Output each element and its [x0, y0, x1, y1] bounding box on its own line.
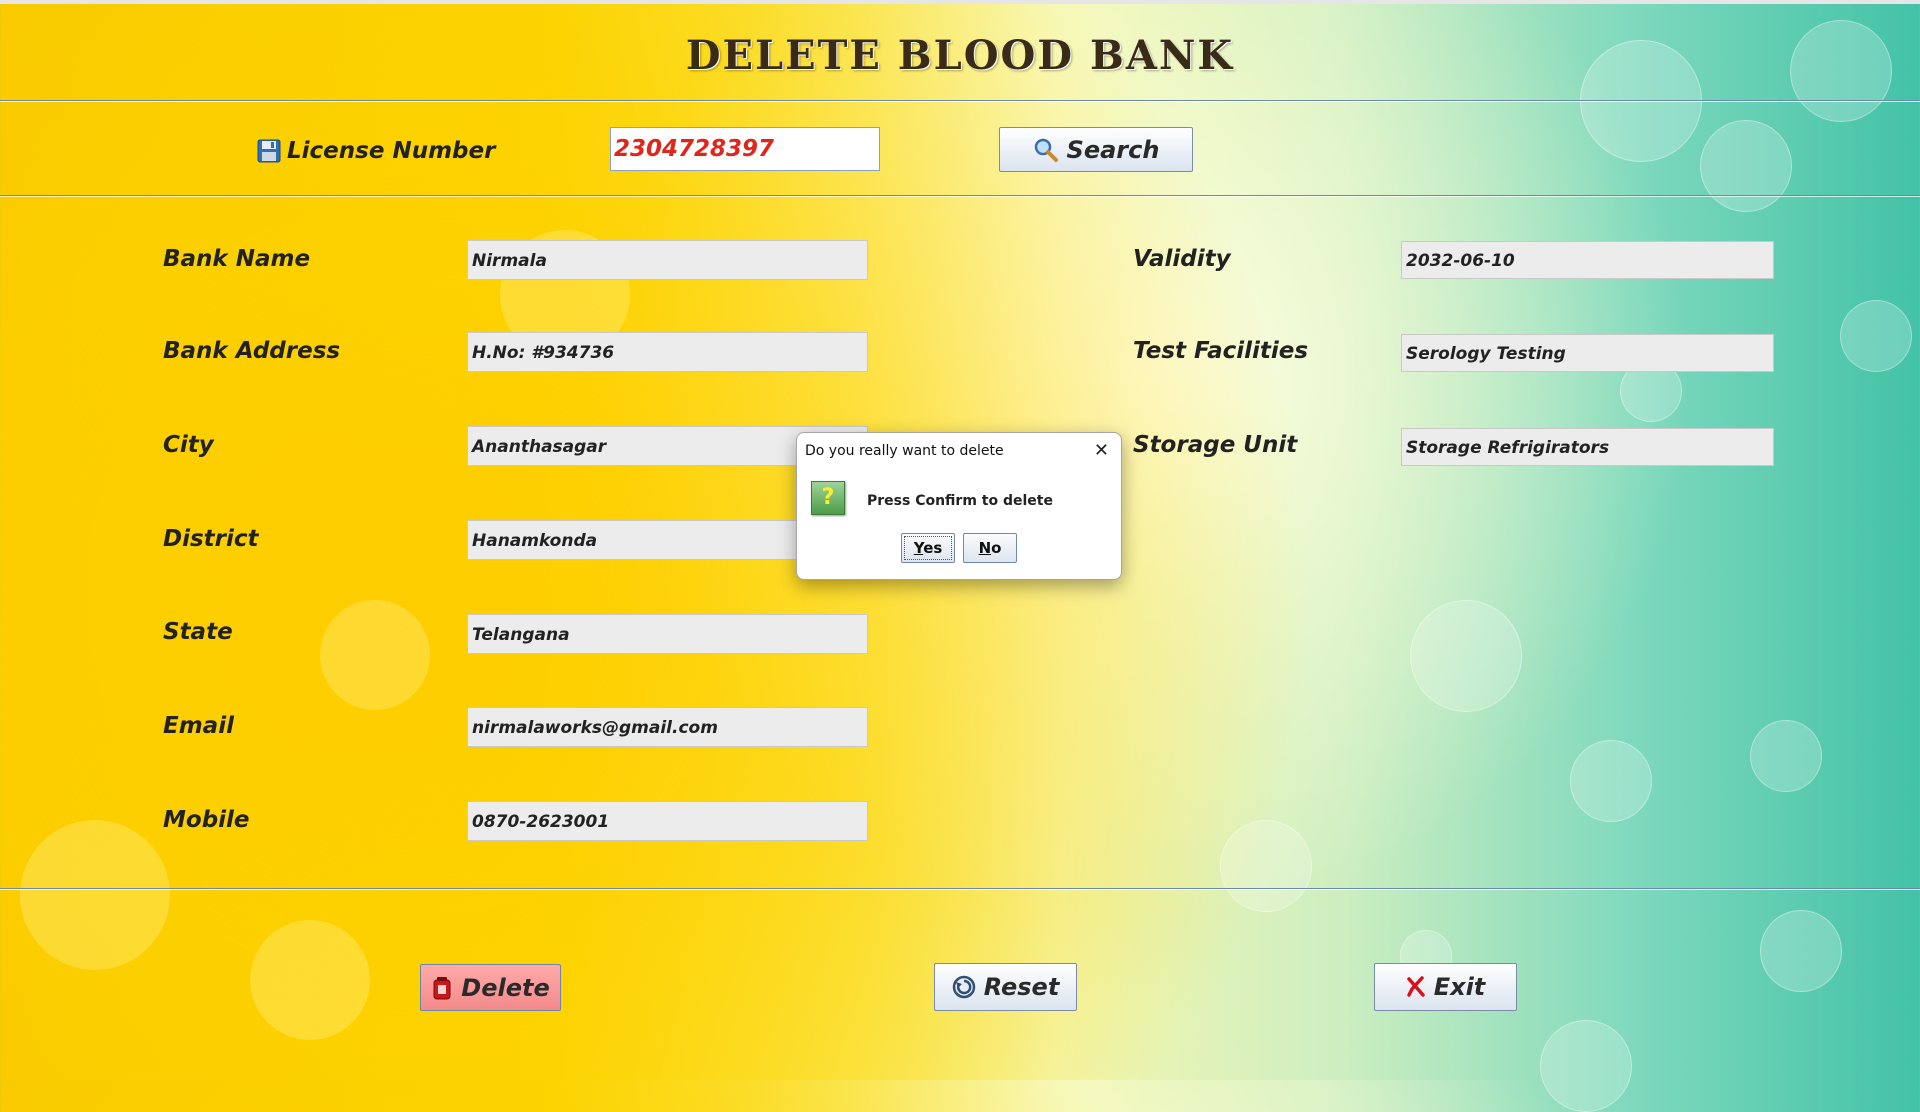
- delete-button[interactable]: Delete: [420, 964, 561, 1011]
- yes-button[interactable]: Yes: [901, 533, 955, 563]
- license-label-text: License Number: [287, 138, 496, 164]
- state-field[interactable]: Telangana: [467, 614, 868, 654]
- test-facilities-label: Test Facilities: [1133, 338, 1309, 364]
- validity-label: Validity: [1133, 246, 1231, 272]
- bokeh-decoration: [1540, 1020, 1632, 1112]
- bank-name-label: Bank Name: [163, 246, 311, 272]
- divider: [0, 888, 1920, 889]
- bokeh-decoration: [1840, 300, 1912, 372]
- dialog-message: Press Confirm to delete: [867, 493, 1053, 509]
- save-icon: [257, 139, 281, 163]
- exit-button-label: Exit: [1433, 973, 1486, 1001]
- reset-button-label: Reset: [983, 973, 1060, 1001]
- question-icon: ?: [811, 481, 845, 515]
- bokeh-decoration: [1750, 720, 1822, 792]
- yes-mnemonic: Y: [913, 539, 924, 557]
- bokeh-decoration: [250, 920, 370, 1040]
- bokeh-decoration: [20, 820, 170, 970]
- email-label: Email: [163, 713, 234, 739]
- bokeh-decoration: [1220, 820, 1312, 912]
- test-facilities-field[interactable]: Serology Testing: [1401, 334, 1774, 372]
- bokeh-decoration: [1700, 120, 1792, 212]
- yes-rest: es: [923, 539, 943, 557]
- state-label: State: [163, 619, 233, 645]
- storage-unit-field[interactable]: Storage Refrigirators: [1401, 428, 1774, 466]
- refresh-icon: [952, 975, 976, 999]
- no-button[interactable]: No: [963, 533, 1017, 563]
- mobile-label: Mobile: [163, 807, 250, 833]
- search-icon: [1033, 137, 1059, 163]
- district-label: District: [163, 526, 259, 552]
- no-mnemonic: N: [978, 539, 992, 557]
- validity-field[interactable]: 2032-06-10: [1401, 241, 1774, 279]
- search-button-label: Search: [1066, 135, 1160, 164]
- storage-unit-label: Storage Unit: [1133, 432, 1298, 458]
- mobile-field[interactable]: 0870-2623001: [467, 801, 868, 841]
- trash-icon: [431, 976, 453, 1000]
- bokeh-decoration: [1410, 600, 1522, 712]
- no-rest: o: [991, 539, 1002, 557]
- bokeh-decoration: [1760, 910, 1842, 992]
- exit-button[interactable]: Exit: [1374, 963, 1517, 1011]
- delete-button-label: Delete: [461, 973, 550, 1002]
- bokeh-decoration: [1570, 740, 1652, 822]
- bank-address-field[interactable]: H.No: #934736: [467, 332, 868, 372]
- confirm-dialog: Do you really want to delete ✕ ? Press C…: [796, 432, 1122, 580]
- bank-address-label: Bank Address: [163, 338, 341, 364]
- page-title: DELETE BLOOD BANK: [685, 32, 1235, 79]
- dialog-close-icon[interactable]: ✕: [1094, 440, 1109, 461]
- license-number-input[interactable]: 2304728397: [610, 127, 880, 171]
- bank-name-field[interactable]: Nirmala: [467, 240, 868, 280]
- divider: [0, 195, 1920, 196]
- bokeh-decoration: [320, 600, 430, 710]
- reset-button[interactable]: Reset: [934, 963, 1077, 1011]
- license-label: License Number: [257, 138, 495, 164]
- divider: [0, 100, 1920, 101]
- top-border: [0, 0, 1920, 4]
- close-icon: [1406, 976, 1426, 998]
- email-field[interactable]: nirmalaworks@gmail.com: [467, 707, 868, 747]
- dialog-title: Do you really want to delete: [805, 443, 1004, 459]
- search-button[interactable]: Search: [999, 127, 1193, 172]
- city-label: City: [163, 432, 214, 458]
